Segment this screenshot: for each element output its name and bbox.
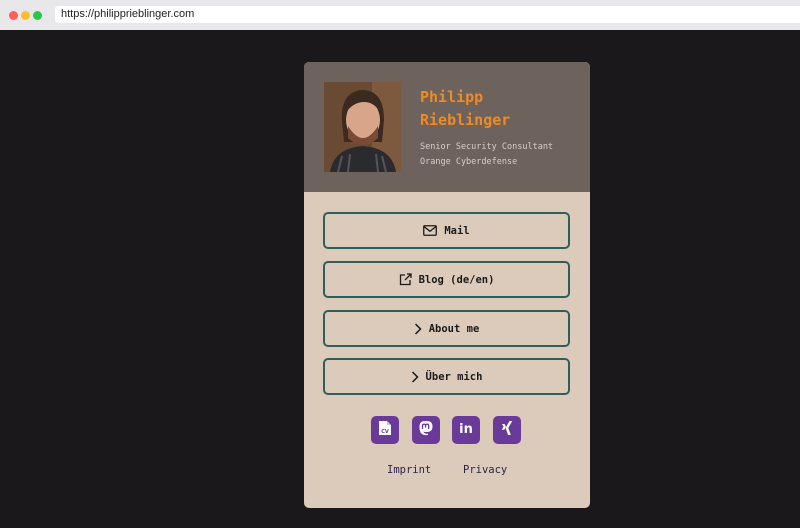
linkedin-icon: in xyxy=(458,420,474,440)
profile-header: Philipp Rieblinger Senior Security Consu… xyxy=(304,62,590,192)
about-me-button[interactable]: About me xyxy=(323,310,570,347)
linkedin-icon-label: in xyxy=(459,422,473,436)
profile-role: Senior Security Consultant xyxy=(420,142,554,152)
blog-button-label: Blog (de/en) xyxy=(418,273,495,286)
blog-button[interactable]: Blog (de/en) xyxy=(323,261,570,298)
about-me-button-label: About me xyxy=(428,322,480,335)
xing-link[interactable] xyxy=(493,416,521,444)
mail-button[interactable]: Mail xyxy=(323,212,570,249)
window-minimize-button[interactable] xyxy=(21,11,30,20)
profile-name: Philipp Rieblinger xyxy=(420,86,580,132)
profile-card: Philipp Rieblinger Senior Security Consu… xyxy=(304,62,590,508)
profile-last-name: Rieblinger xyxy=(420,111,511,129)
mail-button-label: Mail xyxy=(444,224,470,237)
cv-document-icon: CV xyxy=(378,420,392,440)
ueber-mich-button-label: Über mich xyxy=(425,370,483,383)
chevron-right-icon xyxy=(414,322,422,335)
ueber-mich-button[interactable]: Über mich xyxy=(323,358,570,395)
mail-icon xyxy=(423,225,438,236)
social-links: CV in xyxy=(371,416,523,444)
window-maximize-button[interactable] xyxy=(33,11,42,20)
chevron-right-icon xyxy=(411,370,419,383)
address-bar[interactable]: https://philipprieblinger.com xyxy=(55,6,800,23)
mastodon-link[interactable] xyxy=(412,416,440,444)
xing-icon xyxy=(499,420,515,440)
external-link-icon xyxy=(399,273,412,286)
profile-photo xyxy=(324,82,401,172)
cv-link[interactable]: CV xyxy=(371,416,399,444)
profile-first-name: Philipp xyxy=(420,88,484,106)
browser-chrome: https://philipprieblinger.com xyxy=(0,0,800,30)
profile-company: Orange Cyberdefense xyxy=(420,157,518,167)
linkedin-link[interactable]: in xyxy=(452,416,480,444)
mastodon-icon xyxy=(418,420,434,440)
privacy-link[interactable]: Privacy xyxy=(463,464,507,476)
cv-icon-label: CV xyxy=(381,429,389,435)
imprint-link[interactable]: Imprint xyxy=(387,464,431,476)
address-bar-url: https://philipprieblinger.com xyxy=(61,8,195,20)
window-close-button[interactable] xyxy=(9,11,18,20)
profile-subtitle: Senior Security Consultant Orange Cyberd… xyxy=(420,140,585,170)
